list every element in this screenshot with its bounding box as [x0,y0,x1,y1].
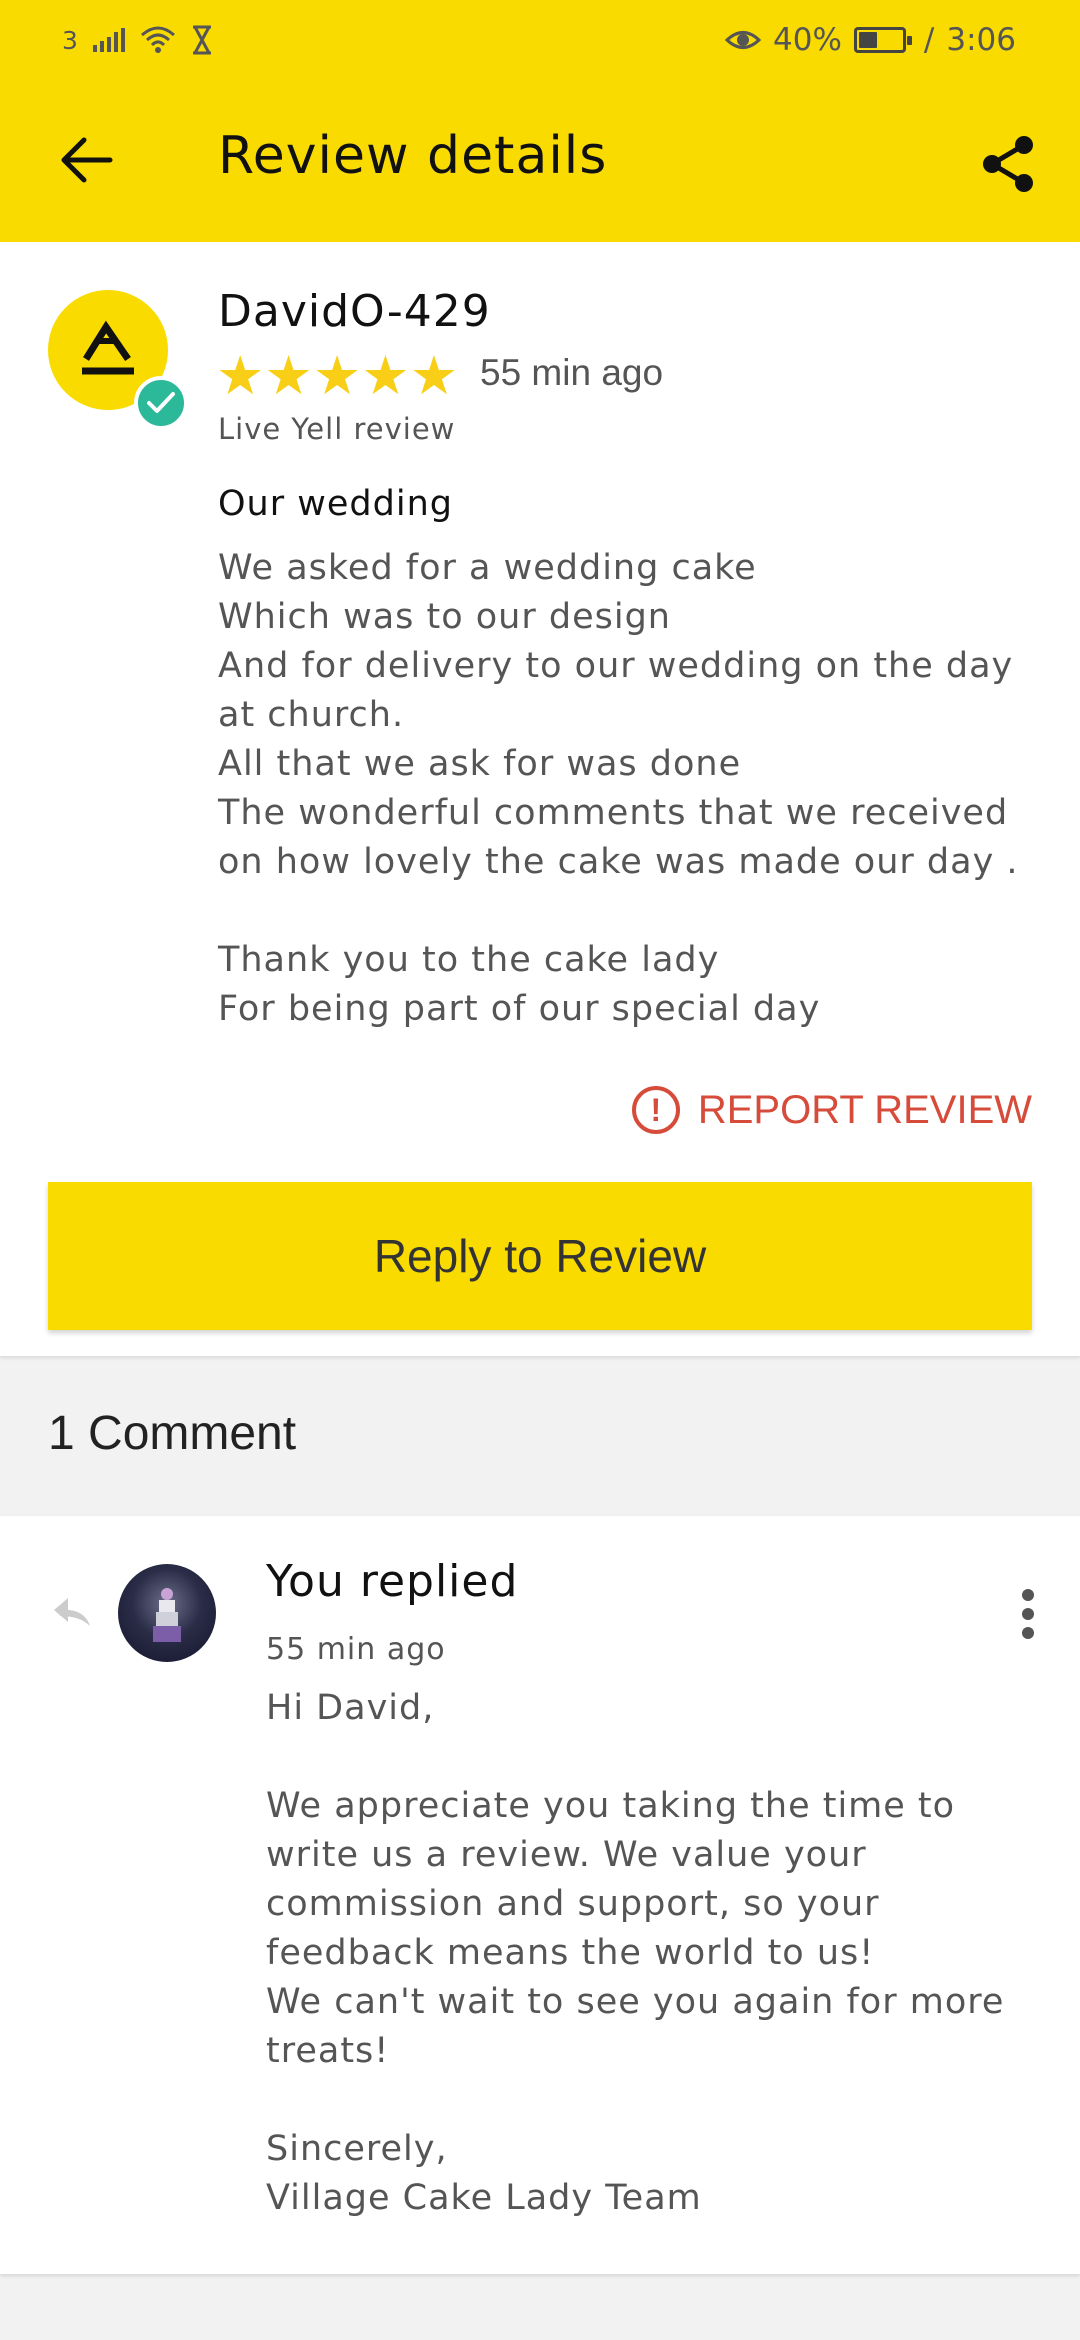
status-bar-left: 3 [62,20,214,60]
alert-circle-icon: ! [631,1086,680,1134]
report-review-label: REPORT REVIEW [697,1087,1032,1132]
verified-badge [134,376,188,430]
comment-body: Hi David, We appreciate you taking the t… [266,1688,1005,2218]
header: 3 40% / 3:06 Review details [0,0,1080,242]
eye-comfort-icon [725,31,762,49]
business-avatar [118,1564,216,1662]
wifi-icon [140,26,175,53]
cake-icon [153,1588,181,1642]
reply-to-review-button[interactable]: Reply to Review [48,1182,1032,1330]
status-bar-divider: / [923,22,935,58]
comment-time: 55 min ago [266,1632,446,1667]
clock: 3:06 [946,22,1016,58]
share-button[interactable] [966,122,1050,206]
star-icon: ★ [216,344,265,407]
share-icon [983,136,1033,192]
reviewer-name: DavidO-429 [218,286,491,337]
hourglass-icon [192,25,211,55]
report-review-button[interactable]: ! REPORT REVIEW [631,1080,1032,1140]
more-vert-icon [1022,1589,1034,1601]
checkmark-icon [147,392,175,413]
star-icon: ★ [361,344,410,407]
yell-logo-icon [82,320,134,375]
arrow-left-icon [61,137,113,183]
review-card: DavidO-429 ★ ★ ★ ★ ★ 55 min ago Live Yel… [0,242,1080,1356]
status-bar: 3 40% / 3:06 [0,0,1080,80]
app-bar: Review details [0,80,1080,242]
battery-percent: 40% [773,22,842,58]
comments-count-heading: 1 Comment [48,1407,297,1460]
star-icon: ★ [264,344,313,407]
back-button[interactable] [46,120,126,200]
battery-fill [858,32,878,48]
review-time: 55 min ago [480,352,664,393]
page-title: Review details [218,126,608,186]
review-body: We asked for a wedding cake Which was to… [218,548,1019,1029]
signal-icon [92,28,125,52]
reply-arrow-icon [54,1598,90,1626]
comment-author: You replied [266,1556,519,1607]
comment-card: You replied 55 min ago Hi David, We appr… [0,1516,1080,2274]
review-title: Our wedding [218,484,453,524]
battery-icon [853,27,912,53]
review-source: Live Yell review [218,412,456,446]
star-icon: ★ [409,344,459,407]
status-bar-right: 40% / 3:06 [725,20,1016,60]
more-vert-icon [1022,1608,1034,1620]
star-rating: ★ ★ ★ ★ ★ [216,348,458,404]
carrier-label: 3 [62,25,78,55]
more-vert-icon [1022,1627,1034,1639]
star-icon: ★ [312,344,362,407]
more-options-button[interactable] [1008,1574,1048,1654]
